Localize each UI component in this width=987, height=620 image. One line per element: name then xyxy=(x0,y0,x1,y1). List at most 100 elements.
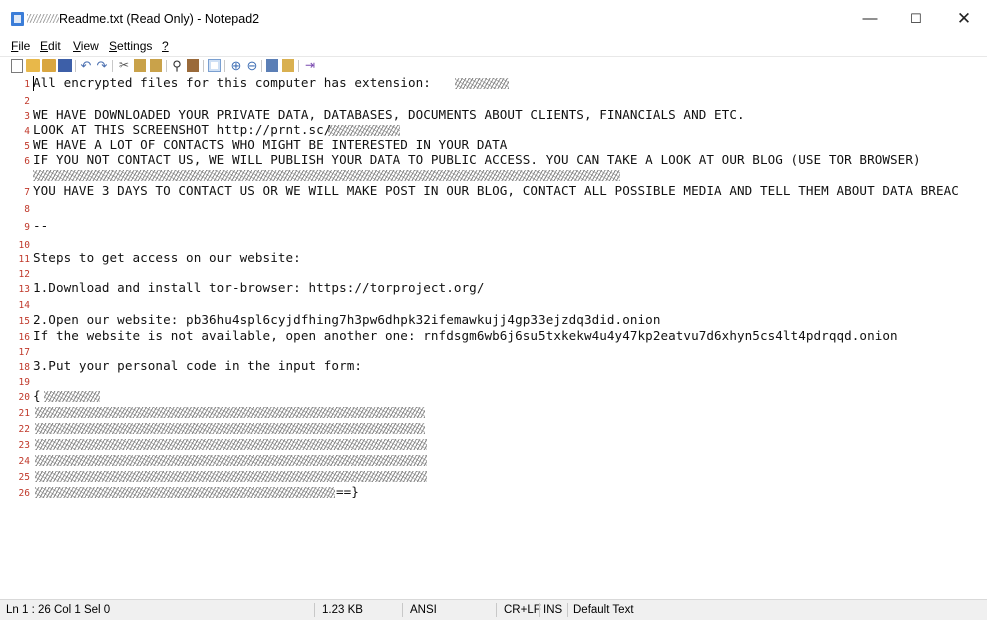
line-text: WE HAVE A LOT OF CONTACTS WHO MIGHT BE I… xyxy=(33,137,508,152)
status-divider xyxy=(539,603,540,617)
line-number: 9 xyxy=(24,222,30,233)
line: 22 xyxy=(0,420,987,437)
scheme-indicator[interactable]: Default Text xyxy=(573,604,634,616)
line-endings-indicator[interactable]: CR+LF xyxy=(504,604,541,616)
line-number: 4 xyxy=(24,126,30,137)
toolbar-separator xyxy=(261,60,262,72)
menu-bar: File Edit View Settings ? xyxy=(0,38,987,55)
line-number: 7 xyxy=(24,187,30,198)
line: 9 -- xyxy=(0,218,987,235)
status-bar: Ln 1 : 26 Col 1 Sel 0 1.23 KB ANSI CR+LF… xyxy=(0,599,987,620)
menu-help[interactable]: ? xyxy=(162,39,169,53)
line-number: 21 xyxy=(18,408,30,419)
line-number: 18 xyxy=(18,362,30,373)
toolbar-separator xyxy=(203,60,204,72)
status-divider xyxy=(567,603,568,617)
line-number: 2 xyxy=(24,96,30,107)
line-number: 25 xyxy=(18,472,30,483)
redacted-personal-code xyxy=(35,407,425,418)
menu-file[interactable]: File xyxy=(11,39,30,53)
zoom-out-icon[interactable]: ⊖ xyxy=(245,59,259,72)
new-icon[interactable] xyxy=(11,59,23,73)
status-divider xyxy=(496,603,497,617)
menu-edit[interactable]: Edit xyxy=(40,39,61,53)
maximize-button[interactable]: ☐ xyxy=(893,0,939,38)
customize-icon[interactable] xyxy=(282,59,294,72)
line: 13 1.Download and install tor-browser: h… xyxy=(0,280,987,297)
redacted-personal-code xyxy=(35,487,335,498)
reopen-icon[interactable] xyxy=(42,59,56,72)
line: 25 xyxy=(0,468,987,485)
paste-icon[interactable] xyxy=(150,59,162,72)
text-editor[interactable]: 1 All encrypted files for this computer … xyxy=(0,75,987,599)
cursor-position: Ln 1 : 26 Col 1 Sel 0 xyxy=(6,604,111,616)
line-number: 15 xyxy=(18,316,30,327)
line-number: 23 xyxy=(18,440,30,451)
line: 15 2.Open our website: pb36hu4spl6cyjdfh… xyxy=(0,312,987,329)
redacted-screenshot-id xyxy=(328,125,400,136)
line: 14 xyxy=(0,296,987,313)
line-number: 22 xyxy=(18,424,30,435)
redacted-extension xyxy=(455,78,509,89)
toolbar-separator xyxy=(75,60,76,72)
menu-view[interactable]: View xyxy=(73,39,99,53)
line-text: If the website is not available, open an… xyxy=(33,328,898,343)
line-text: -- xyxy=(33,218,49,233)
redacted-personal-code xyxy=(35,423,425,434)
status-divider xyxy=(402,603,403,617)
status-divider xyxy=(314,603,315,617)
word-wrap-icon[interactable] xyxy=(208,59,221,72)
line: 1 All encrypted files for this computer … xyxy=(0,75,987,92)
line: 8 xyxy=(0,200,987,217)
line-text: ==} xyxy=(336,484,359,499)
toolbar-separator xyxy=(298,60,299,72)
line: 24 xyxy=(0,452,987,469)
encoding-indicator[interactable]: ANSI xyxy=(410,604,437,616)
line-text: IF YOU NOT CONTACT US, WE WILL PUBLISH Y… xyxy=(33,152,921,167)
line-text: { xyxy=(33,388,41,403)
toolbar-separator xyxy=(166,60,167,72)
cut-icon[interactable]: ✂ xyxy=(117,59,131,72)
line: 21 xyxy=(0,404,987,421)
zoom-in-icon[interactable]: ⊕ xyxy=(229,59,243,72)
menu-settings[interactable]: Settings xyxy=(109,39,152,53)
exit-icon[interactable]: ⇥ xyxy=(303,59,317,72)
line-number: 20 xyxy=(18,392,30,403)
line-number: 17 xyxy=(18,347,30,358)
minimize-button[interactable]: — xyxy=(847,0,893,38)
line-text: 2.Open our website: pb36hu4spl6cyjdfhing… xyxy=(33,312,661,327)
line-number: 14 xyxy=(18,300,30,311)
line-text: WE HAVE DOWNLOADED YOUR PRIVATE DATA, DA… xyxy=(33,107,745,122)
save-icon[interactable] xyxy=(58,59,72,72)
open-icon[interactable] xyxy=(26,59,40,72)
line: 7 YOU HAVE 3 DAYS TO CONTACT US OR WE WI… xyxy=(0,183,987,200)
find-icon[interactable]: ⚲ xyxy=(170,59,184,72)
line-number: 13 xyxy=(18,284,30,295)
undo-icon[interactable]: ↶ xyxy=(80,59,92,72)
redacted-filename-prefix xyxy=(27,14,59,23)
redo-icon[interactable]: ↷ xyxy=(96,59,108,72)
line-number: 5 xyxy=(24,141,30,152)
line-text: YOU HAVE 3 DAYS TO CONTACT US OR WE WILL… xyxy=(33,183,959,198)
line: 20 { xyxy=(0,388,987,405)
redacted-personal-code xyxy=(35,455,427,466)
line-text: 1.Download and install tor-browser: http… xyxy=(33,280,485,295)
scheme-icon[interactable] xyxy=(266,59,278,72)
line: 26 ==} xyxy=(0,484,987,501)
line-number: 24 xyxy=(18,456,30,467)
line-number: 16 xyxy=(18,332,30,343)
close-button[interactable]: ✕ xyxy=(941,0,987,38)
redacted-personal-code xyxy=(44,391,100,402)
insert-mode-indicator[interactable]: INS xyxy=(543,604,562,616)
copy-icon[interactable] xyxy=(134,59,146,72)
line-text: All encrypted files for this computer ha… xyxy=(33,75,439,90)
replace-icon[interactable] xyxy=(187,59,199,72)
line-text: Steps to get access on our website: xyxy=(33,250,301,265)
redacted-blog-url xyxy=(33,170,620,181)
file-size: 1.23 KB xyxy=(322,604,363,616)
line-text: LOOK AT THIS SCREENSHOT http://prnt.sc/ xyxy=(33,122,332,137)
line-number: 19 xyxy=(18,377,30,388)
line-number: 6 xyxy=(24,156,30,167)
line-number: 1 xyxy=(24,79,30,90)
toolbar: ↶ ↷ ✂ ⚲ ⊕ ⊖ ⇥ xyxy=(0,56,987,75)
